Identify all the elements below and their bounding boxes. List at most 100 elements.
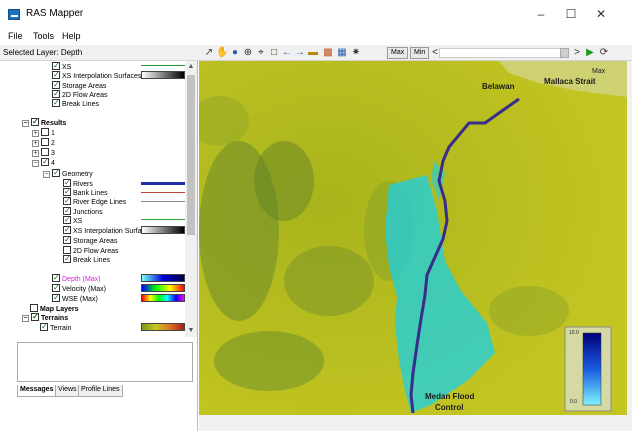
max-button[interactable]: Max bbox=[387, 47, 409, 59]
checkbox[interactable] bbox=[52, 70, 60, 79]
tree-label: Geometry bbox=[62, 171, 93, 178]
tree-item-xs-interp-top[interactable]: XS Interpolation Surfaces bbox=[52, 70, 141, 80]
expand-icon[interactable]: + bbox=[32, 150, 39, 157]
tree-item-plan-2[interactable]: +2 bbox=[32, 138, 55, 147]
tree-label: Storage Areas bbox=[62, 83, 107, 90]
collapse-icon[interactable]: − bbox=[22, 120, 29, 127]
refresh-icon[interactable]: ⟳ bbox=[598, 47, 610, 59]
tree-item-2d-flow[interactable]: 2D Flow Areas bbox=[63, 246, 119, 255]
pan-hand-icon[interactable]: ✋ bbox=[216, 47, 228, 59]
maximize-button[interactable]: ☐ bbox=[556, 5, 586, 23]
full-extent-icon[interactable]: □ bbox=[268, 47, 280, 59]
back-arrow-icon[interactable]: ← bbox=[281, 47, 293, 59]
checkbox[interactable] bbox=[52, 293, 60, 302]
tree-item-2d-top[interactable]: 2D Flow Areas bbox=[52, 89, 108, 99]
tree-label: Rivers bbox=[73, 181, 93, 188]
tree-item-terrains[interactable]: − Terrains bbox=[22, 312, 68, 322]
scroll-down-icon[interactable]: ▼ bbox=[186, 326, 196, 336]
scroll-up-icon[interactable]: ▲ bbox=[186, 62, 196, 72]
menu-file[interactable]: File bbox=[8, 31, 23, 41]
checkbox[interactable] bbox=[52, 80, 60, 89]
select-arrow-icon[interactable]: ↗ bbox=[203, 47, 215, 59]
tree-item-depth-max[interactable]: Depth (Max) bbox=[52, 273, 101, 283]
tree-label: XS bbox=[62, 64, 72, 71]
tab-messages[interactable]: Messages bbox=[17, 385, 57, 397]
tree-item-velocity-max[interactable]: Velocity (Max) bbox=[52, 283, 106, 293]
checkbox[interactable] bbox=[63, 225, 71, 234]
checkbox[interactable] bbox=[63, 254, 71, 263]
checkbox[interactable] bbox=[31, 312, 39, 321]
checkbox[interactable] bbox=[52, 98, 60, 107]
checkbox[interactable] bbox=[63, 178, 71, 187]
tree-item-terrain[interactable]: Terrain bbox=[40, 322, 71, 332]
messages-box[interactable] bbox=[17, 342, 193, 382]
tree-scrollbar-thumb[interactable] bbox=[187, 75, 195, 235]
time-slider[interactable] bbox=[439, 48, 569, 58]
toolbar: Selected Layer: Depth ↗ ✋ ● ⊕ ⌖ □ ← → ▬ … bbox=[0, 45, 632, 61]
checkbox[interactable] bbox=[52, 168, 60, 177]
map-right-edge bbox=[627, 61, 632, 415]
tool-icon[interactable]: ✷ bbox=[350, 47, 362, 59]
tree-item-river-edge[interactable]: River Edge Lines bbox=[63, 196, 126, 206]
checkbox[interactable] bbox=[63, 196, 71, 205]
tab-views[interactable]: Views bbox=[55, 385, 80, 397]
velocity-swatch bbox=[141, 284, 185, 292]
tree-item-plan-4[interactable]: −4 bbox=[32, 157, 55, 167]
collapse-icon[interactable]: − bbox=[22, 315, 29, 322]
checkbox[interactable] bbox=[63, 206, 71, 215]
checkbox[interactable] bbox=[63, 215, 71, 224]
tree-item-storage[interactable]: Storage Areas bbox=[63, 235, 117, 245]
checkbox[interactable] bbox=[63, 246, 71, 254]
zoom-extent-icon[interactable]: ⌖ bbox=[255, 47, 267, 59]
menu-tools[interactable]: Tools bbox=[33, 31, 54, 41]
tree-item-plan-1[interactable]: +1 bbox=[32, 128, 55, 137]
app-icon bbox=[8, 9, 20, 20]
checkbox[interactable] bbox=[63, 187, 71, 196]
next-profile-button[interactable]: > bbox=[571, 47, 583, 59]
checkbox[interactable] bbox=[52, 61, 60, 70]
tree-label: Junctions bbox=[73, 209, 103, 216]
checkbox[interactable] bbox=[52, 283, 60, 292]
tree-item-breaklines-top[interactable]: Break Lines bbox=[52, 98, 99, 108]
checkbox[interactable] bbox=[40, 322, 48, 331]
checkbox[interactable] bbox=[63, 235, 71, 244]
tree-label: XS Interpolation Surfa bbox=[73, 228, 142, 235]
min-button[interactable]: Min bbox=[410, 47, 430, 59]
checkbox[interactable] bbox=[41, 128, 49, 136]
expand-icon[interactable]: + bbox=[32, 130, 39, 137]
layer-style-icon[interactable]: ▩ bbox=[322, 47, 334, 59]
checkbox[interactable] bbox=[41, 138, 49, 146]
menu-help[interactable]: Help bbox=[62, 31, 81, 41]
checkbox[interactable] bbox=[31, 117, 39, 126]
forward-arrow-icon[interactable]: → bbox=[294, 47, 306, 59]
checkbox[interactable] bbox=[52, 273, 60, 282]
tree-item-xs[interactable]: XS bbox=[63, 215, 82, 225]
map-view[interactable]: Belawan Mallaca Strait Max Medan Flood C… bbox=[199, 61, 627, 415]
close-button[interactable]: ✕ bbox=[586, 5, 616, 23]
tree-item-results[interactable]: − Results bbox=[22, 117, 66, 127]
zoom-in-icon[interactable]: ⊕ bbox=[242, 47, 254, 59]
checkbox[interactable] bbox=[52, 89, 60, 98]
collapse-icon[interactable]: − bbox=[43, 171, 50, 178]
collapse-icon[interactable]: − bbox=[32, 160, 39, 167]
tab-profile-lines[interactable]: Profile Lines bbox=[78, 385, 123, 397]
tree-item-storage-top[interactable]: Storage Areas bbox=[52, 80, 107, 90]
tree-item-break-lines[interactable]: Break Lines bbox=[63, 254, 110, 264]
play-icon[interactable]: ▶ bbox=[584, 47, 596, 59]
tree-item-plan-3[interactable]: +3 bbox=[32, 148, 55, 157]
globe-icon[interactable]: ● bbox=[229, 47, 241, 59]
tree-item-xs-interp[interactable]: XS Interpolation Surfa bbox=[63, 225, 142, 235]
tree-item-geometry[interactable]: − Geometry bbox=[43, 168, 93, 178]
map-label-medan-2: Control bbox=[435, 403, 464, 412]
window-title: RAS Mapper bbox=[26, 8, 84, 19]
checkbox[interactable] bbox=[41, 148, 49, 156]
checkbox[interactable] bbox=[30, 304, 38, 312]
checkbox[interactable] bbox=[41, 157, 49, 166]
tree-item-wse-max[interactable]: WSE (Max) bbox=[52, 293, 98, 303]
grid-icon[interactable]: ▦ bbox=[336, 47, 348, 59]
minimize-button[interactable]: – bbox=[526, 5, 556, 23]
measure-icon[interactable]: ▬ bbox=[307, 47, 319, 59]
expand-icon[interactable]: + bbox=[32, 140, 39, 147]
rivers-swatch bbox=[141, 182, 185, 185]
time-slider-thumb[interactable] bbox=[560, 48, 569, 58]
